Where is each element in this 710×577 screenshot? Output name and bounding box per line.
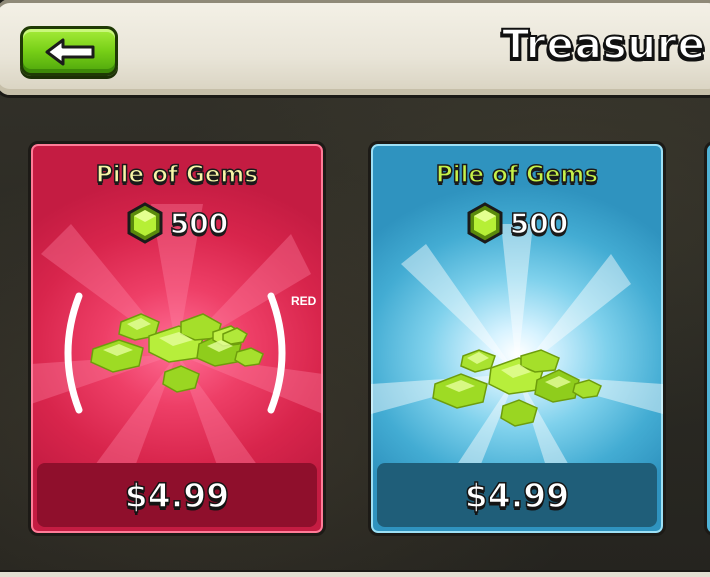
gem-offer-card-red[interactable]: Pile of Gems 500 RED $4.99 xyxy=(28,141,326,536)
price-label: $4.99 xyxy=(124,475,230,516)
price-label: $4.99 xyxy=(464,475,570,516)
back-button[interactable] xyxy=(20,26,118,76)
price-box[interactable]: $4.99 xyxy=(377,463,657,527)
offer-card-partial[interactable] xyxy=(704,141,710,536)
page-title: Treasure xyxy=(501,21,706,69)
left-arrow-icon xyxy=(45,38,95,66)
gem-offer-card-blue[interactable]: Pile of Gems 500 $4.99 xyxy=(368,141,666,536)
price-box[interactable]: $4.99 xyxy=(37,463,317,527)
bottom-edge-bar xyxy=(0,570,710,577)
